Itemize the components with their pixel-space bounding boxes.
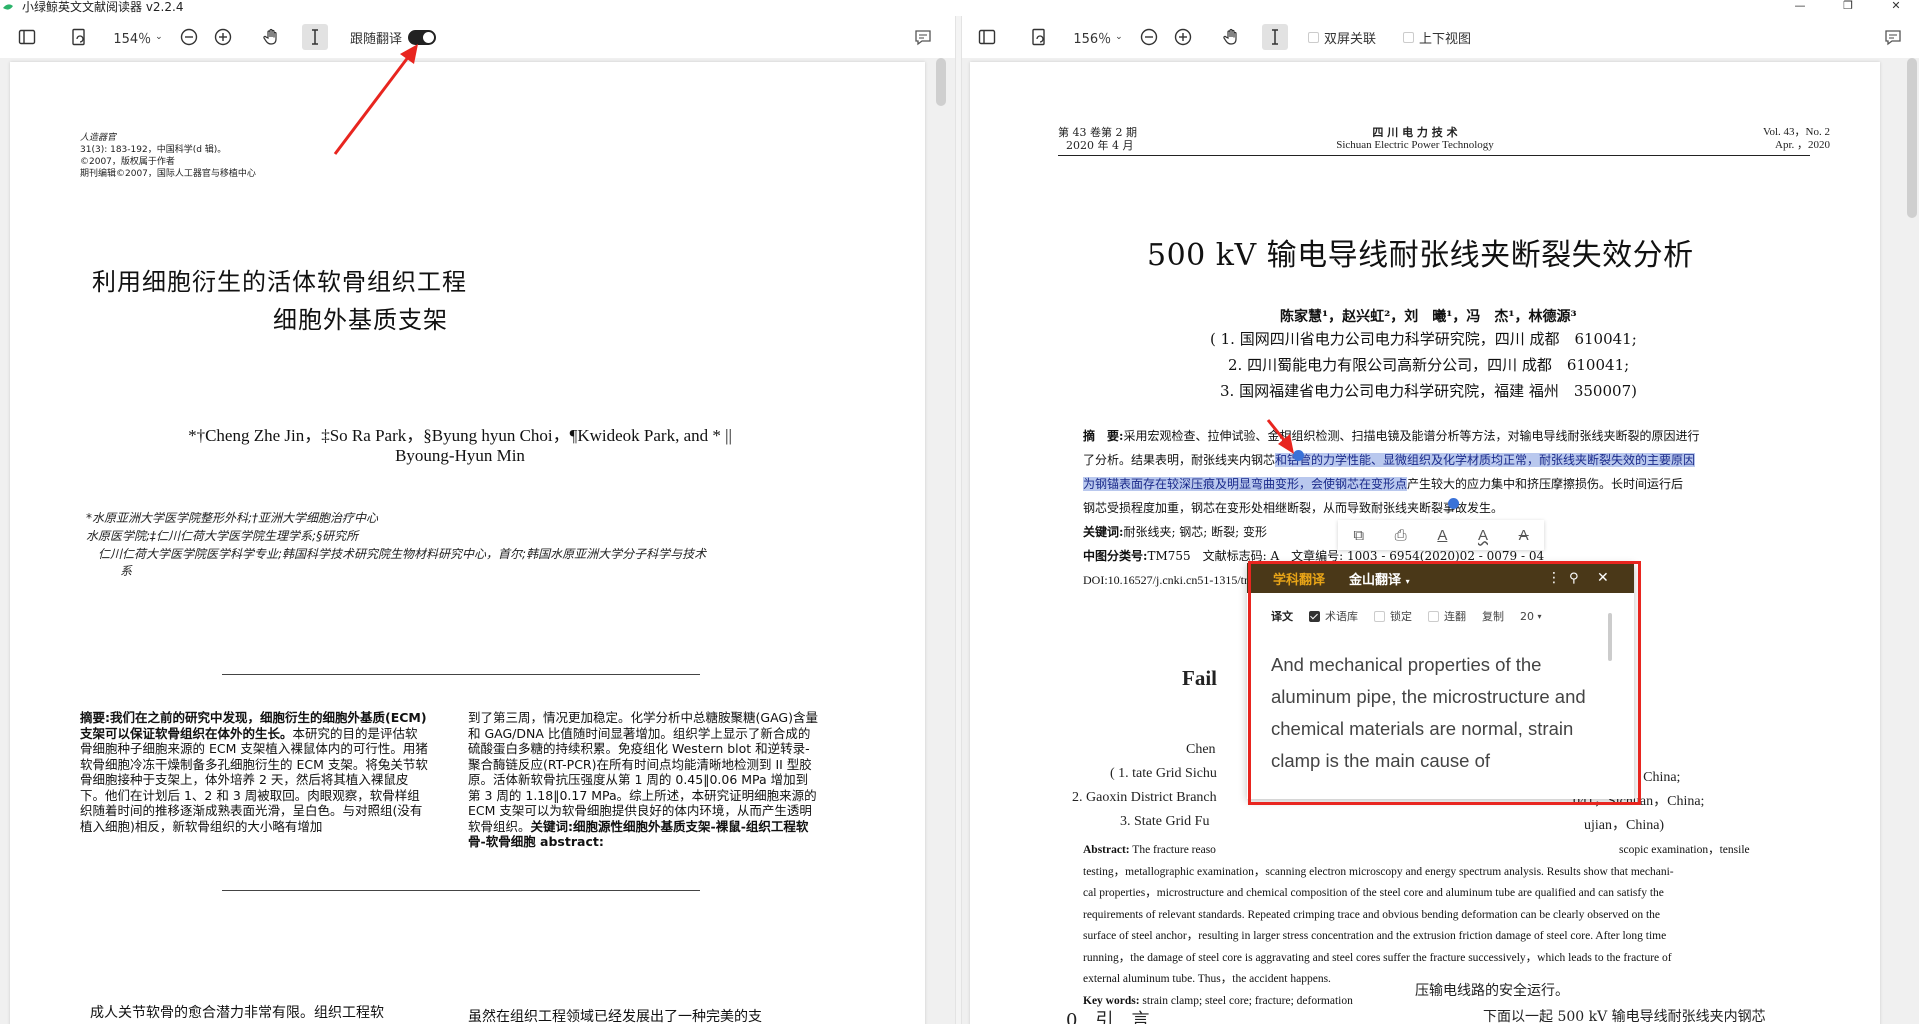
- authors: 陈家慧¹，赵兴虹²，刘 曦¹，冯 杰¹，林德源³: [1280, 309, 1577, 325]
- zoom-select[interactable]: 156％ ⌄: [1070, 24, 1126, 50]
- selection-end-handle[interactable]: [1448, 498, 1459, 509]
- selected-text[interactable]: 和铝管的力学性能、显微组织及化学材质均正常，耐张线夹断裂失效的主要原因: [1275, 453, 1696, 467]
- zoom-value: 154％: [113, 31, 152, 47]
- affiliation-3: 3. 国网福建省电力公司电力科学研究院，福建 福州 350007): [1220, 382, 1637, 400]
- hand-tool-icon[interactable]: [259, 24, 285, 50]
- dual-link-label: 双屏关联: [1324, 31, 1377, 47]
- zoom-in-icon[interactable]: [1170, 24, 1196, 50]
- app-title: 小绿鲸英文文献阅读器 v2.2.4: [22, 0, 184, 14]
- zoom-value: 156％: [1073, 31, 1112, 47]
- body-left: 成人关节软骨的愈合潜力非常有限。组织工程软: [90, 1005, 384, 1021]
- journal-name: 四 川 电 力 技 术 Sichuan Electric Power Techn…: [1336, 126, 1494, 151]
- chevron-down-icon: ⌄: [155, 32, 163, 42]
- affiliation-line3: 仁川仁荷大学医学院医学科学专业;韩国科学技术研究院生物材料研究中心，首尔;韩国水…: [98, 547, 707, 561]
- abstract-right-column: 到了第三周，情况更加稳定。化学分析中总糖胺聚糖(GAG)含量和 GAG/DNA …: [468, 710, 818, 849]
- en-affil-2-left: 2. Gaoxin District Branch: [1072, 790, 1217, 805]
- maximize-button[interactable]: ❐: [1828, 0, 1868, 15]
- annotation-highlight-box: [1248, 561, 1641, 805]
- text-select-tool-icon[interactable]: [1262, 24, 1288, 50]
- pane-divider[interactable]: [955, 16, 962, 1024]
- left-scrollbar-thumb[interactable]: [936, 58, 946, 106]
- comment-icon[interactable]: [1880, 24, 1906, 50]
- affiliation-line4: 系: [120, 564, 133, 578]
- rotate-page-icon[interactable]: [1026, 24, 1052, 50]
- underline-icon[interactable]: A: [1437, 527, 1447, 544]
- paper-title-line1: 利用细胞衍生的活体软骨组织工程: [92, 268, 467, 296]
- affiliation-line1: *水原亚洲大学医学院整形外科;†亚洲大学细胞治疗中心: [86, 511, 379, 525]
- authors: *†Cheng Zhe Jin，‡So Ra Park，§Byung hyun …: [188, 426, 732, 465]
- zoom-out-icon[interactable]: [1136, 24, 1162, 50]
- divider-line: [222, 674, 700, 675]
- affiliation-1: ( 1. 国网四川省电力公司电力科学研究院，四川 成都 610041;: [1210, 330, 1637, 348]
- left-document-pane[interactable]: 人造器官 31(3): 183-192，中国科学(d 辑)。 ©2007，版权属…: [0, 58, 955, 1024]
- body-line-2: 下面以一起 500 kV 输电导线耐张线夹内钢芯: [1483, 1009, 1766, 1024]
- en-title-left: Fail: [1182, 666, 1217, 690]
- sidebar-toggle-icon[interactable]: [14, 24, 40, 50]
- en-authors: Chen: [1186, 742, 1216, 757]
- paper-title: 500 kV 输电导线耐张线夹断裂失效分析: [1147, 238, 1694, 273]
- wavy-underline-icon[interactable]: A: [1478, 527, 1488, 544]
- rotate-page-icon[interactable]: [66, 24, 92, 50]
- copy-icon[interactable]: ⧉: [1353, 526, 1364, 544]
- header-rule: [1058, 155, 1810, 156]
- text-select-tool-icon[interactable]: [302, 24, 328, 50]
- updown-view-checkbox[interactable]: 上下视图: [1403, 24, 1493, 50]
- updown-view-label: 上下视图: [1419, 31, 1472, 47]
- selected-text[interactable]: 为钢锚表面存在较深压痕及明显弯曲变形，会使钢芯在变形点: [1083, 477, 1408, 491]
- en-affil-3-right: ujian，China): [1584, 818, 1665, 833]
- zoom-in-icon[interactable]: [210, 24, 236, 50]
- selection-toolbar: ⧉ ⎙ A A A: [1338, 520, 1544, 550]
- en-affil-1-left: ( 1. tate Grid Sichu: [1110, 766, 1217, 781]
- left-pdf-page[interactable]: 人造器官 31(3): 183-192，中国科学(d 辑)。 ©2007，版权属…: [10, 62, 925, 1024]
- close-window-button[interactable]: ✕: [1876, 0, 1916, 15]
- hand-tool-icon[interactable]: [1219, 24, 1245, 50]
- app-logo-icon: [3, 4, 13, 10]
- abstract-left-column: 摘要:我们在之前的研究中发现，细胞衍生的细胞外基质(ECM)支架可以保证软骨组织…: [80, 710, 428, 834]
- affiliation-2: 2. 四川蜀能电力有限公司高新分公司，四川 成都 610041;: [1228, 356, 1630, 374]
- left-toolbar: 154％ ⌄ 跟随翻译: [0, 16, 955, 58]
- follow-translate-toggle[interactable]: 跟随翻译: [348, 24, 438, 50]
- divider-line: [222, 890, 700, 891]
- toggle-switch[interactable]: [408, 29, 436, 45]
- translate-icon[interactable]: ⎙: [1395, 526, 1407, 544]
- journal-meta: 人造器官 31(3): 183-192，中国科学(d 辑)。 ©2007，版权属…: [80, 133, 256, 179]
- strikethrough-icon[interactable]: A: [1519, 527, 1529, 544]
- comment-icon[interactable]: [910, 24, 936, 50]
- minimize-button[interactable]: —: [1780, 0, 1820, 15]
- body-right: 虽然在组织工程领域已经发展出了一种完美的支: [468, 1009, 762, 1024]
- journal-volume-zh: 第 43 卷第 2 期 2020 年 4 月: [1058, 126, 1137, 152]
- chevron-down-icon: ⌄: [1115, 32, 1123, 42]
- paper-title-line2: 细胞外基质支架: [273, 306, 448, 334]
- selection-start-handle[interactable]: [1293, 450, 1304, 461]
- right-scrollbar-thumb[interactable]: [1907, 58, 1917, 218]
- journal-volume-en: Vol. 43，No. 2 Apr. ，2020: [1762, 126, 1830, 151]
- en-affil-3-left: 3. State Grid Fu: [1120, 814, 1210, 829]
- title-bar: 小绿鲸英文文献阅读器 v2.2.4 — ❐ ✕: [0, 0, 1919, 15]
- sidebar-toggle-icon[interactable]: [974, 24, 1000, 50]
- body-line-1: 压输电线路的安全运行。: [1415, 983, 1569, 999]
- checkbox[interactable]: [1308, 31, 1319, 43]
- zoom-select[interactable]: 154％ ⌄: [110, 24, 166, 50]
- checkbox[interactable]: [1403, 31, 1414, 43]
- dual-link-checkbox[interactable]: 双屏关联: [1308, 24, 1398, 50]
- affiliation-line2: 水原医学院;‡仁川仁荷大学医学院生理学系;§研究所: [86, 529, 359, 543]
- section-heading: 0 引 言: [1066, 1010, 1150, 1024]
- right-toolbar: 156％ ⌄ 双屏关联 上下视图: [962, 16, 1919, 58]
- zoom-out-icon[interactable]: [176, 24, 202, 50]
- follow-translate-label: 跟随翻译: [349, 31, 402, 47]
